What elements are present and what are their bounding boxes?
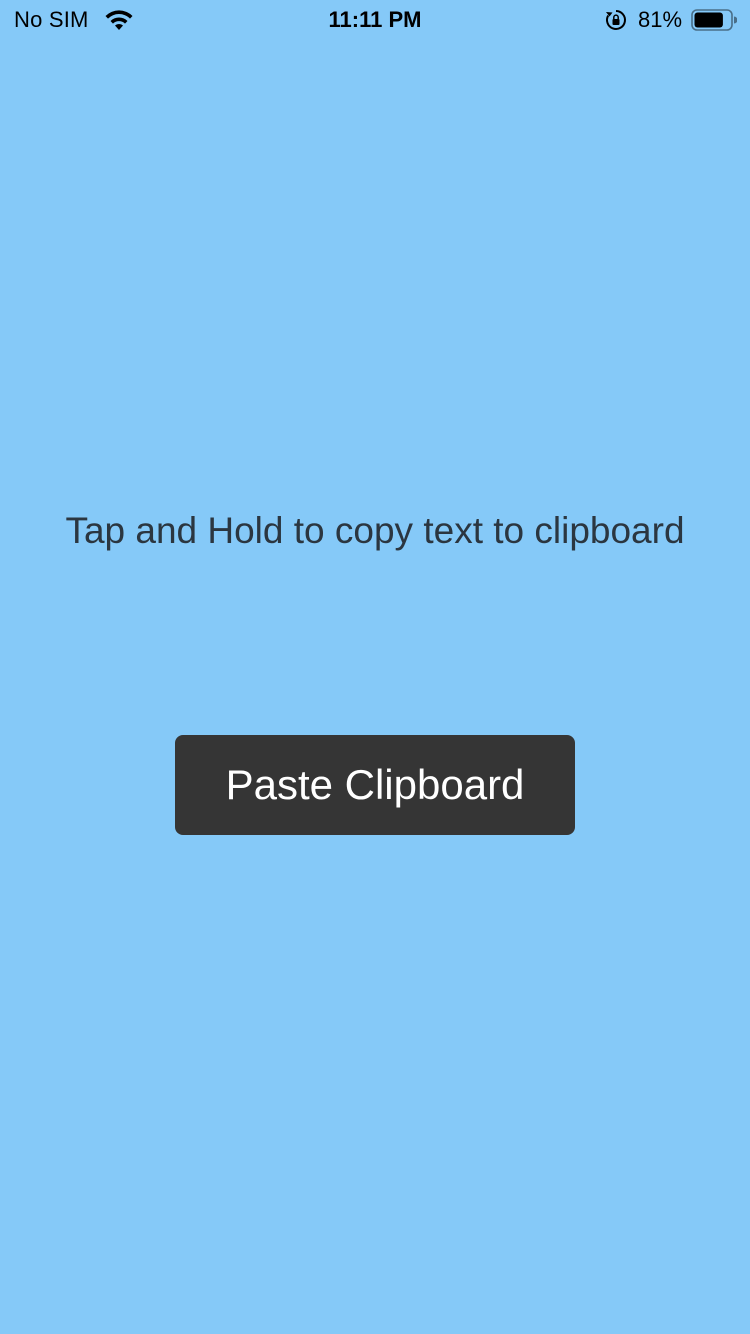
- battery-percent: 81%: [638, 7, 683, 32]
- app-screen: No SIM 11:11 PM 81% Tap and Hold to copy…: [0, 0, 750, 1334]
- status-bar: No SIM 11:11 PM 81%: [0, 0, 750, 40]
- instruction-text[interactable]: Tap and Hold to copy text to clipboard: [0, 510, 750, 552]
- paste-clipboard-button[interactable]: Paste Clipboard: [175, 735, 575, 835]
- rotation-lock-icon: [605, 9, 627, 31]
- battery-icon: [691, 9, 738, 31]
